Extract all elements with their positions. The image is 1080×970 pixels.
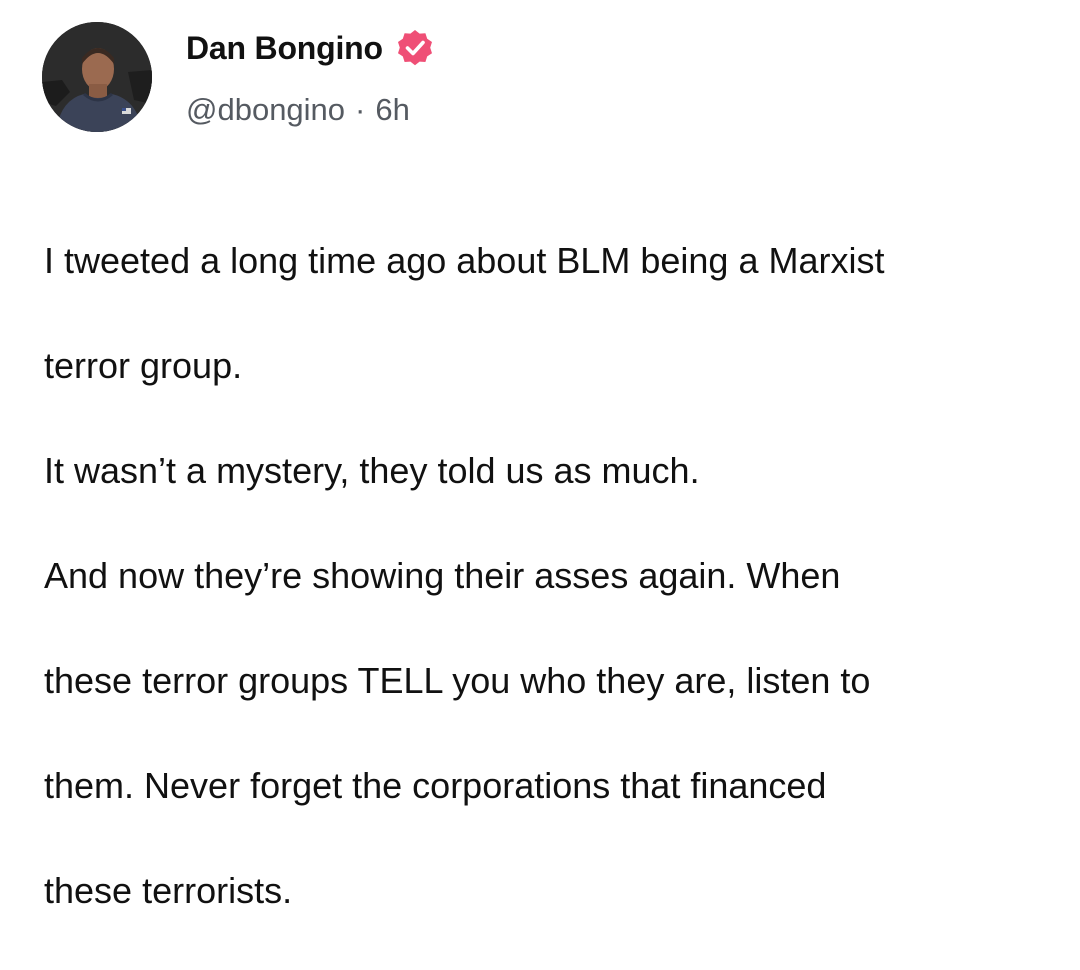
post-text-line: I tweeted a long time ago about BLM bein…: [44, 239, 885, 281]
meta-separator: ·: [355, 92, 366, 127]
post-text-line: these terror groups TELL you who they ar…: [44, 659, 871, 701]
post-text: I tweeted a long time ago about BLM bein…: [44, 182, 1054, 970]
post-text-line: It wasn’t a mystery, they told us as muc…: [44, 449, 700, 491]
avatar-image: [42, 22, 152, 132]
post-text-line: them. Never forget the corporations that…: [44, 764, 827, 806]
author-handle[interactable]: @dbongino: [186, 92, 345, 128]
post-timestamp[interactable]: 6h: [375, 92, 409, 128]
post-text-line: terror group.: [44, 344, 243, 386]
post-text-line: And now they’re showing their asses agai…: [44, 554, 841, 596]
author-row: Dan Bongino: [186, 26, 435, 70]
post-meta: @dbongino · 6h: [186, 88, 410, 132]
verified-badge-icon: [395, 28, 435, 68]
post-card: Dan Bongino @dbongino · 6h I tweeted a l…: [0, 0, 1080, 911]
post-text-line: these terrorists.: [44, 869, 293, 911]
author-display-name[interactable]: Dan Bongino: [186, 30, 383, 67]
avatar[interactable]: [42, 22, 152, 132]
